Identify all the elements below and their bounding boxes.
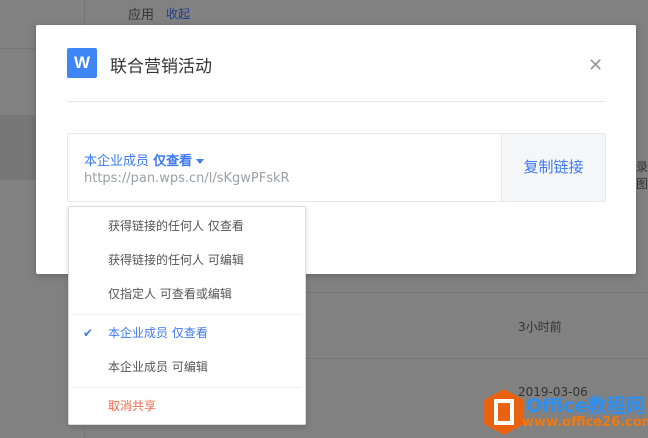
close-icon[interactable]: ✕	[588, 55, 603, 76]
menu-item-label: 获得链接的任何人 可编辑	[108, 253, 244, 267]
menu-item-label: 仅指定人 可查看或编辑	[108, 287, 232, 301]
bg-section-label: 应用	[128, 8, 155, 23]
share-url: https://pan.wps.cn/l/sKgwPFskR	[84, 171, 290, 186]
permission-scope: 本企业成员	[84, 154, 150, 169]
menu-item-label: 获得链接的任何人 仅查看	[108, 219, 244, 233]
dialog-title: 联合营销活动	[110, 57, 212, 77]
watermark-brand: Office教程网	[526, 395, 645, 417]
menu-divider	[73, 387, 301, 388]
bg-divider	[306, 358, 648, 359]
permission-menu: 获得链接的任何人 仅查看 获得链接的任何人 可编辑 仅指定人 可查看或编辑 ✔ 本…	[68, 206, 306, 425]
check-icon: ✔	[83, 326, 94, 340]
office-logo-icon	[484, 389, 524, 435]
menu-item-anyone-edit[interactable]: 获得链接的任何人 可编辑	[69, 245, 305, 275]
permission-dropdown[interactable]: 本企业成员 仅查看	[84, 150, 205, 169]
menu-item-cancel-share[interactable]: 取消共享	[69, 391, 305, 421]
menu-item-label: 本企业成员 仅查看	[108, 326, 208, 340]
copy-link-button[interactable]: 复制链接	[501, 134, 605, 201]
bg-divider	[306, 292, 648, 293]
bg-collapse-link[interactable]: 收起	[166, 5, 190, 22]
divider	[67, 101, 606, 102]
menu-item-anyone-view[interactable]: 获得链接的任何人 仅查看	[69, 211, 305, 241]
bg-edge-text: 录图	[636, 160, 648, 191]
menu-item-label: 取消共享	[108, 399, 157, 413]
menu-item-specified[interactable]: 仅指定人 可查看或编辑	[69, 279, 305, 309]
menu-item-label: 本企业成员 可编辑	[108, 360, 208, 374]
permission-level: 仅查看	[153, 154, 193, 169]
caret-down-icon	[196, 159, 205, 164]
bg-row-time: 3小时前	[518, 320, 562, 334]
menu-item-org-view[interactable]: ✔ 本企业成员 仅查看	[69, 318, 305, 348]
wps-writer-icon: W	[67, 48, 97, 78]
menu-item-org-edit[interactable]: 本企业成员 可编辑	[69, 352, 305, 382]
watermark-site: www.office26.com	[522, 415, 648, 430]
menu-divider	[73, 314, 301, 315]
share-link-box: 本企业成员 仅查看 https://pan.wps.cn/l/sKgwPFskR…	[67, 133, 606, 202]
